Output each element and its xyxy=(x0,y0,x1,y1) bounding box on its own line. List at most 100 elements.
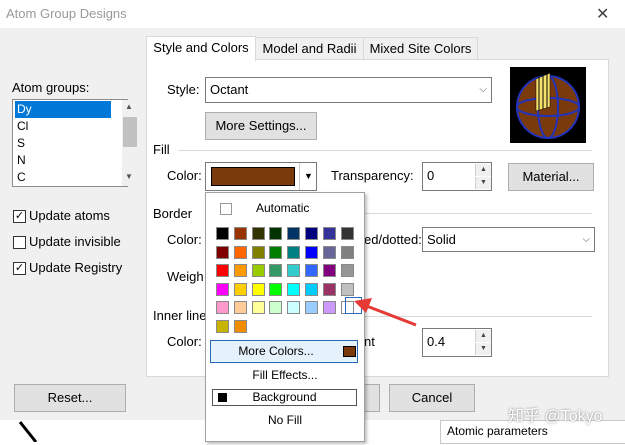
color-swatch[interactable] xyxy=(216,301,229,314)
update-invisible-label: Update invisible xyxy=(29,234,121,249)
close-icon[interactable]: ✕ xyxy=(596,4,609,24)
update-invisible-checkbox[interactable] xyxy=(13,236,26,249)
material-button[interactable]: Material... xyxy=(508,163,594,191)
color-swatch[interactable] xyxy=(322,301,336,314)
color-swatch[interactable] xyxy=(233,264,247,277)
border-section-label: Border xyxy=(153,206,193,221)
transparency-value: 0 xyxy=(427,168,435,183)
spin-up-icon[interactable]: ▲ xyxy=(475,164,491,176)
color-swatch[interactable] xyxy=(269,282,283,296)
color-swatch[interactable] xyxy=(287,227,301,240)
more-colors-label: More Colors... xyxy=(238,344,314,358)
transparency-stepper[interactable]: 0 ▲ ▼ xyxy=(422,162,492,191)
color-swatch[interactable] xyxy=(322,264,336,277)
color-swatch[interactable] xyxy=(322,282,336,296)
chevron-down-icon[interactable]: ▼ xyxy=(125,172,133,181)
color-swatch[interactable] xyxy=(269,301,283,314)
color-swatch[interactable] xyxy=(269,245,283,259)
fill-color-label: Color: xyxy=(167,168,202,183)
list-item[interactable]: Dy xyxy=(15,101,111,118)
color-swatch[interactable] xyxy=(216,282,229,296)
color-swatch[interactable] xyxy=(233,227,247,240)
color-swatch[interactable] xyxy=(233,282,247,296)
color-swatch[interactable] xyxy=(287,282,301,296)
color-swatch[interactable] xyxy=(233,245,247,259)
update-registry-checkbox[interactable]: ✓ xyxy=(13,262,26,275)
style-value: Octant xyxy=(210,82,249,97)
color-swatch[interactable] xyxy=(340,264,354,277)
spin-down-icon[interactable]: ▼ xyxy=(475,343,491,355)
list-item[interactable]: N xyxy=(15,152,111,169)
list-item[interactable]: S xyxy=(15,135,111,152)
inner-lines-value: 0.4 xyxy=(427,334,446,349)
color-swatch[interactable] xyxy=(305,301,318,314)
inner-lines-partial-label: nt xyxy=(364,334,375,349)
reset-button[interactable]: Reset... xyxy=(14,384,126,412)
color-swatch[interactable] xyxy=(251,227,265,240)
watermark: 知乎 @Tokyo xyxy=(508,408,603,425)
border-divider xyxy=(363,213,592,214)
border-style-select[interactable]: Solid ⌵ xyxy=(422,227,595,252)
color-swatch[interactable] xyxy=(233,301,247,314)
background-option[interactable]: Background xyxy=(212,389,357,406)
spin-down-icon[interactable]: ▼ xyxy=(475,177,491,189)
color-swatch[interactable] xyxy=(340,227,354,240)
color-swatch[interactable] xyxy=(216,319,229,333)
color-swatch[interactable] xyxy=(251,264,265,277)
fill-effects-option[interactable]: Fill Effects... xyxy=(206,368,364,382)
color-swatch-grid xyxy=(206,193,364,333)
color-swatch[interactable] xyxy=(251,282,265,296)
color-swatch[interactable] xyxy=(305,227,318,240)
tab-model-and-radii[interactable]: Model and Radii xyxy=(255,37,364,60)
color-swatch[interactable] xyxy=(287,264,301,277)
update-atoms-checkbox[interactable]: ✓ xyxy=(13,210,26,223)
spin-up-icon[interactable]: ▲ xyxy=(475,330,491,342)
color-swatch[interactable] xyxy=(269,227,283,240)
color-swatch[interactable] xyxy=(216,227,229,240)
color-swatch[interactable] xyxy=(233,319,247,333)
color-swatch[interactable] xyxy=(305,264,318,277)
tab-style-and-colors[interactable]: Style and Colors xyxy=(146,36,256,61)
fill-section-label: Fill xyxy=(153,142,170,157)
style-select[interactable]: Octant ⌵ xyxy=(205,77,492,103)
inner-lines-stepper[interactable]: 0.4 ▲ ▼ xyxy=(422,328,492,357)
taskbar-label: Atomic parameters xyxy=(447,424,548,438)
color-picker-popup: Automatic More Colors... Fill Effects...… xyxy=(205,192,365,442)
chevron-down-icon[interactable]: ▼ xyxy=(299,163,317,190)
color-swatch[interactable] xyxy=(216,245,229,259)
color-swatch[interactable] xyxy=(322,245,336,259)
border-style-value: Solid xyxy=(427,232,456,247)
color-swatch[interactable] xyxy=(251,245,265,259)
title-bar: Atom Group Designs ✕ xyxy=(0,0,625,28)
color-swatch[interactable] xyxy=(305,282,318,296)
window-title: Atom Group Designs xyxy=(6,6,127,21)
transparency-label: Transparency: xyxy=(331,168,414,183)
tab-mixed-site-colors[interactable]: Mixed Site Colors xyxy=(363,37,478,60)
more-settings-button[interactable]: More Settings... xyxy=(205,112,317,140)
border-dotted-label: ed/dotted: xyxy=(364,232,422,247)
color-swatch[interactable] xyxy=(305,245,318,259)
fill-color-picker[interactable]: ▼ xyxy=(205,162,317,191)
color-swatch[interactable] xyxy=(287,245,301,259)
chevron-down-icon: ⌵ xyxy=(582,234,590,245)
color-swatch[interactable] xyxy=(287,301,301,314)
scroll-thumb[interactable] xyxy=(123,117,137,147)
atom-groups-list[interactable]: Dy Cl S N C ▲ ▼ xyxy=(12,99,138,187)
update-atoms-label: Update atoms xyxy=(29,208,110,223)
octant-sphere-icon xyxy=(516,72,580,139)
no-fill-option[interactable]: No Fill xyxy=(206,413,364,427)
chevron-up-icon[interactable]: ▲ xyxy=(125,102,133,111)
color-swatch[interactable] xyxy=(340,245,354,259)
list-scrollbar[interactable]: ▲ ▼ xyxy=(122,100,138,186)
more-colors-option[interactable]: More Colors... xyxy=(210,340,358,363)
color-swatch[interactable] xyxy=(251,301,265,314)
color-swatch[interactable] xyxy=(322,227,336,240)
cancel-button[interactable]: Cancel xyxy=(389,384,475,412)
color-swatch[interactable] xyxy=(269,264,283,277)
color-swatch[interactable] xyxy=(216,264,229,277)
atom-preview xyxy=(510,67,586,143)
list-item[interactable]: Cl xyxy=(15,118,111,135)
border-weight-label: Weigh xyxy=(167,269,204,284)
update-registry-label: Update Registry xyxy=(29,260,123,275)
list-item[interactable]: C xyxy=(15,169,111,186)
